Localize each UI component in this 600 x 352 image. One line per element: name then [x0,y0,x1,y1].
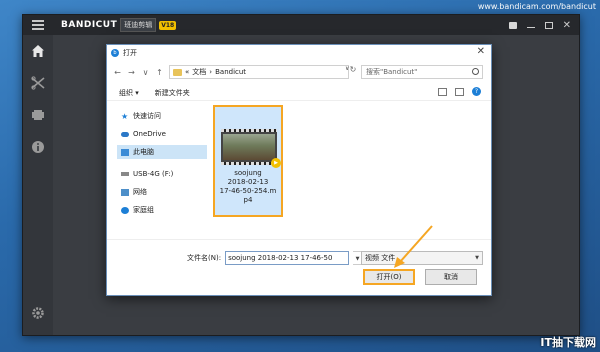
gear-icon [32,307,44,319]
filetype-select[interactable]: 视频 文件 ▼ [361,251,483,265]
cancel-button[interactable]: 取消 [425,269,477,285]
file-list-pane: ▶ soojung 2018-02-13 17-46-50-254.m p4 [211,105,491,235]
nav-item-label: OneDrive [133,130,166,138]
nav-item-label: 网络 [133,188,147,196]
up-arrow-icon[interactable]: ↑ [155,68,164,77]
file-item-video[interactable]: ▶ soojung 2018-02-13 17-46-50-254.m p4 [213,105,283,217]
filename-row: 文件名(N): soojung 2018-02-13 17-46-50 ▼ [187,251,364,265]
window-controls: ✕ [508,15,579,35]
play-badge-icon: ▶ [271,158,281,168]
filetype-value: 视频 文件 [365,254,396,262]
maximize-icon[interactable] [544,21,553,29]
back-arrow-icon[interactable]: ← [113,68,122,77]
folder-icon [173,68,182,76]
preview-pane-icon[interactable] [455,87,464,96]
breadcrumb-bandicut[interactable]: Bandicut [215,68,246,76]
nav-item-onedrive[interactable]: OneDrive [121,127,207,141]
watermark-url: www.bandicam.com/bandicut [477,2,596,11]
video-thumbnail: ▶ [221,129,281,168]
nav-item-label: USB-4G (F:) [133,170,174,178]
cut-button[interactable] [23,67,53,99]
settings-button[interactable] [23,297,53,329]
close-icon[interactable]: ✕ [563,20,571,30]
home-button[interactable] [23,35,53,67]
breadcrumb-separator: › [209,68,213,76]
new-folder-button[interactable]: 新建文件夹 [155,88,190,98]
search-input[interactable]: 搜索"Bandicut" [361,65,483,79]
view-mode-icon[interactable] [438,87,447,96]
app-brand: BANDICUT [61,20,118,30]
merge-icon [32,110,44,120]
file-name-label: soojung 2018-02-13 17-46-50-254.m p4 [219,169,277,204]
nav-item-this-pc[interactable]: 此电脑 [117,145,207,159]
usb-drive-icon [121,172,129,176]
search-placeholder: 搜索"Bandicut" [366,68,418,76]
breadcrumb-separator: « [185,68,190,76]
nav-item-homegroup[interactable]: 家庭组 [121,203,207,217]
search-icon [472,68,479,75]
folder-icon[interactable] [508,21,517,29]
refresh-icon[interactable]: ↻ [347,65,359,77]
nav-item-usb-drive[interactable]: USB-4G (F:) [121,167,207,181]
close-icon[interactable]: ✕ [477,46,485,57]
help-icon[interactable]: ? [472,87,481,96]
join-button[interactable] [23,99,53,131]
dialog-titlebar: b 打开 [107,45,491,61]
navigation-pane: ★ 快速访问 OneDrive 此电脑 USB-4G (F:) 网络 家庭组 [107,105,209,235]
app-sidebar [23,35,53,335]
view-controls: ? [438,87,481,96]
organize-menu[interactable]: 组织 ▾ [119,88,139,98]
filename-label: 文件名(N): [187,254,222,262]
star-icon: ★ [121,111,129,121]
forward-arrow-icon[interactable]: → [127,68,136,77]
cloud-icon [121,131,129,137]
nav-item-quick-access[interactable]: ★ 快速访问 [121,109,207,123]
version-badge: V18 [159,20,177,30]
home-icon [32,45,44,57]
scissors-icon [31,76,45,90]
info-button[interactable] [23,131,53,163]
menu-icon[interactable] [23,15,53,35]
nav-item-label: 快速访问 [133,112,161,120]
homegroup-icon [121,206,129,214]
info-icon [32,141,44,153]
open-file-dialog: b 打开 ✕ ← → ∨ ↑ « 文档 › Bandicut ∨ ↻ 搜索"Ba… [106,44,492,296]
command-bar: 组织 ▾ 新建文件夹 [107,85,491,101]
nav-item-network[interactable]: 网络 [121,185,207,199]
nav-item-label: 家庭组 [133,206,154,214]
minimize-icon[interactable] [526,23,535,28]
divider [107,239,491,240]
app-logo-icon: b [111,49,119,57]
open-button[interactable]: 打开(O) [363,269,415,285]
computer-icon [121,148,129,156]
app-titlebar: BANDICUT 班迪剪辑 V18 ✕ [23,15,579,35]
breadcrumb-documents[interactable]: 文档 [192,67,206,77]
nav-item-label: 此电脑 [133,148,154,156]
dialog-title: 打开 [123,49,137,57]
network-icon [121,188,129,196]
recent-dropdown-icon[interactable]: ∨ [141,68,150,77]
watermark-logo: IT抽下载网 [540,336,596,349]
filename-input[interactable]: soojung 2018-02-13 17-46-50 [225,251,350,265]
app-brand-sub: 班迪剪辑 [120,18,157,32]
address-bar[interactable]: « 文档 › Bandicut [169,65,349,79]
chevron-down-icon: ▼ [475,255,479,261]
